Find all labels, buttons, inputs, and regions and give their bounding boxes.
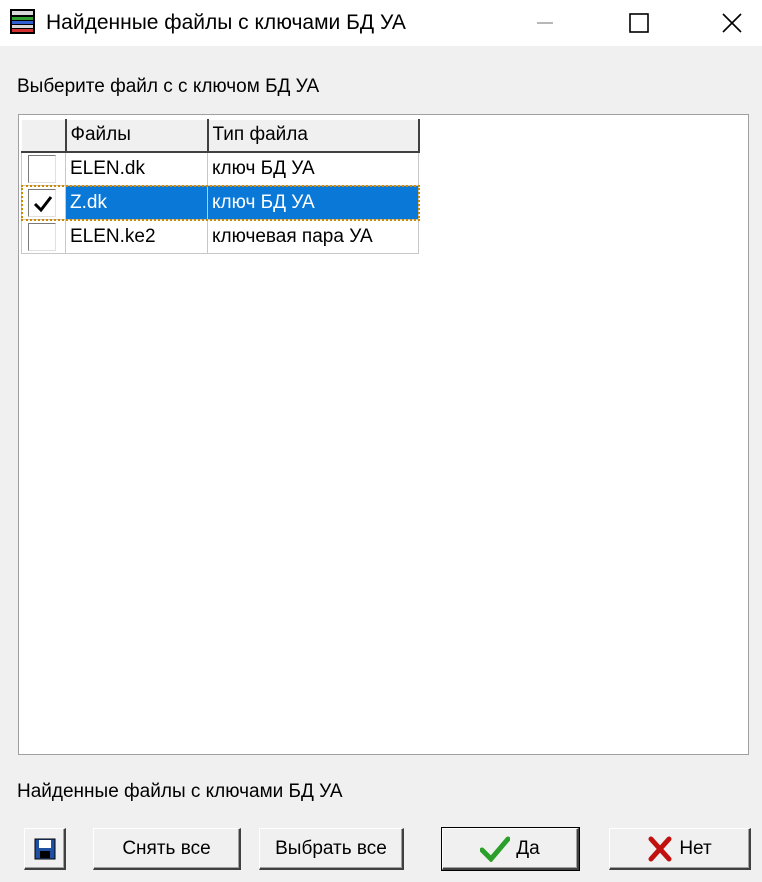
uncheck-all-button[interactable]: Снять все <box>93 828 241 870</box>
file-table: Файлы Тип файла ELEN.dk ключ БД УА Z.dk … <box>20 119 420 254</box>
save-button[interactable] <box>24 828 66 870</box>
column-header-files[interactable]: Файлы <box>65 119 209 153</box>
no-button[interactable]: Нет <box>609 828 751 870</box>
status-label: Найденные файлы с ключами БД УА <box>17 781 343 802</box>
checkmark-icon <box>33 195 53 212</box>
minimize-button[interactable] <box>514 0 576 46</box>
table-row[interactable]: ELEN.dk ключ БД УА <box>21 151 419 186</box>
title-bar: Найденные файлы с ключами БД УА <box>0 0 762 46</box>
file-list[interactable]: Файлы Тип файла ELEN.dk ключ БД УА Z.dk … <box>18 114 749 755</box>
yes-label: Да <box>516 837 540 859</box>
app-icon <box>10 9 35 34</box>
window-title: Найденные файлы с ключами БД УА <box>46 11 406 34</box>
row-checkbox[interactable] <box>28 154 56 183</box>
file-name: ELEN.ke2 <box>65 219 208 254</box>
file-type: ключ БД УА <box>207 151 419 186</box>
select-all-button[interactable]: Выбрать все <box>259 828 404 870</box>
file-name: Z.dk <box>65 185 208 220</box>
no-label: Нет <box>679 837 712 859</box>
minimize-icon <box>537 22 553 24</box>
file-type: ключевая пара УА <box>207 219 419 254</box>
floppy-disk-icon <box>34 838 55 859</box>
table-row[interactable]: Z.dk ключ БД УА <box>20 184 420 221</box>
select-all-label: Выбрать все <box>275 837 387 859</box>
column-header-check[interactable] <box>21 119 67 153</box>
table-row[interactable]: ELEN.ke2 ключевая пара УА <box>21 219 419 254</box>
yes-button[interactable]: Да <box>441 827 580 871</box>
maximize-icon <box>629 13 649 33</box>
column-header-type[interactable]: Тип файла <box>207 119 420 153</box>
file-name: ELEN.dk <box>65 151 208 186</box>
close-button[interactable] <box>702 0 762 46</box>
row-checkbox[interactable] <box>28 188 56 217</box>
file-type: ключ БД УА <box>207 185 419 220</box>
prompt-label: Выберите файл с с ключом БД УА <box>17 76 320 97</box>
green-check-icon <box>480 836 511 862</box>
red-cross-icon <box>648 836 672 861</box>
uncheck-all-label: Снять все <box>122 837 211 859</box>
close-icon <box>722 13 742 33</box>
table-header: Файлы Тип файла <box>21 119 420 153</box>
row-checkbox[interactable] <box>28 222 56 251</box>
maximize-button[interactable] <box>608 0 670 46</box>
